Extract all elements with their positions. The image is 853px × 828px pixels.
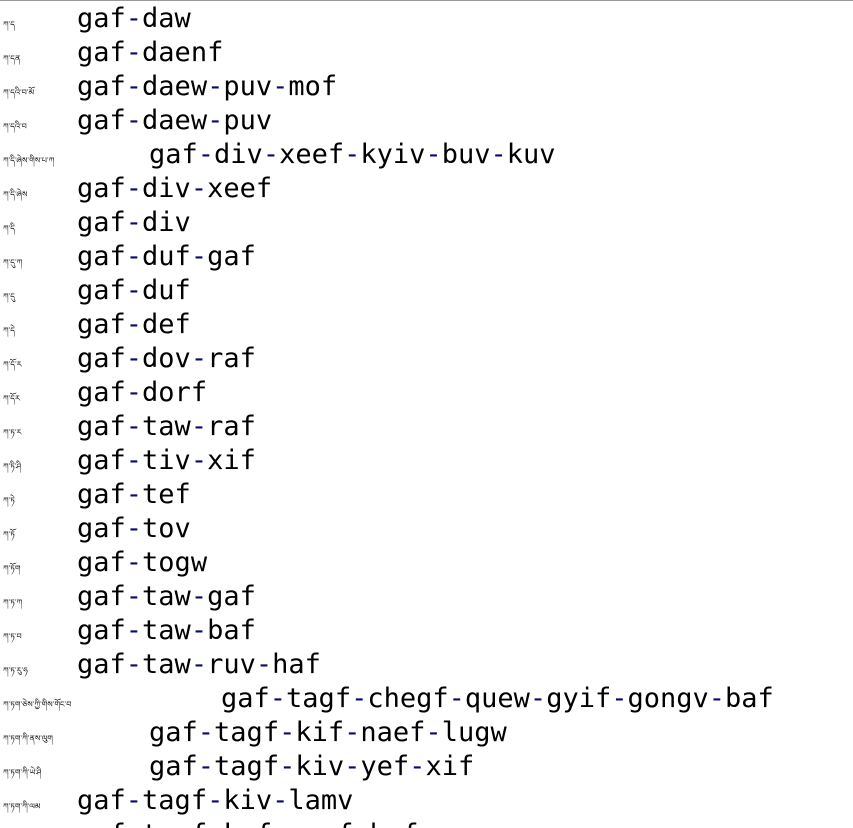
list-item[interactable]: ཀ་ཏག་ཀི་ཡེ་ཤི gaf-tagf-kiv-yef-xif [0,750,853,784]
romanization-text: gaf-tagf-kiv-lamv [77,785,354,816]
romanization-text: gaf-daew-puv-mof [77,71,338,102]
tibetan-text: ཀ་དུ [3,292,15,301]
romanization-text: gaf-tef [77,479,191,510]
list-item[interactable]: ཀ་ཏ་རུ་ཧ gaf-taw-ruv-haf [0,648,853,682]
romanization-text: gaf-dorf [77,377,208,408]
romanization-text: gaf-duf [77,275,191,306]
list-item[interactable]: ཀ་དའི་བ gaf-daew-puv [0,104,853,138]
tibetan-text: ཀ་ཏོག [3,564,21,573]
list-item[interactable]: ཀ་ཏག་ཀི་ནས་ལུག gaf-tagf-kif-naef-lugw [0,716,853,750]
tibetan-text: ཀ་ཏག་ཀི་ལམ [3,802,41,811]
list-item[interactable]: ཀ་དི་ཞེས་གིས་པ་ཀ gaf-div-xeef-kyiv-buv-ku… [0,138,853,172]
list-item[interactable]: ཀ་དུ་ཀ gaf-duf-gaf [0,240,853,274]
romanization-text: gaf-div-xeef [77,173,273,204]
romanization-text: gaf-taw-ruv-haf [77,649,321,680]
tibetan-text: ཀ་ཏོ [3,530,15,539]
list-item[interactable]: ཀ་ཏོ gaf-tov [0,512,853,546]
tibetan-text: ཀ་དོར [3,394,20,403]
list-item[interactable]: ཀ་དེ gaf-def [0,308,853,342]
romanization-text: gaf-duf-gaf [77,241,256,272]
word-list: ཀ་ད gaf-daw ཀ་དན gaf-daenf ཀ་དའི་བ་མོ gaf-dae… [0,1,853,828]
tibetan-text: ཀ་དོ་ར [3,360,22,369]
tibetan-text: ཀ་དུ་ཀ [3,258,23,267]
tibetan-text: ཀ་དན [3,54,21,63]
list-item[interactable]: ཀ་ཏ་བ gaf-taw-baf [0,614,853,648]
list-item[interactable]: ཀ་དི gaf-div [0,206,853,240]
list-item[interactable]: ཀ་ཏ་ར gaf-taw-raf [0,410,853,444]
list-item[interactable]: ཀ་ཏི་ཤི gaf-tiv-xif [0,444,853,478]
list-item[interactable]: ཀ་དི་ཞེས gaf-div-xeef [0,172,853,206]
list-item[interactable]: ཀ་ཏ་ཀ gaf-taw-gaf [0,580,853,614]
romanization-text: gaf-tagf-kiv-yef-xif [149,751,475,782]
tibetan-text: ཀ་ཏ་བ [3,632,22,641]
tibetan-text: ཀ་ཏག་ཅེས་ཀྱི་གིས་གོང་བ [3,700,72,709]
list-item[interactable]: ཀ་དོ་ར gaf-dov-raf [0,342,853,376]
list-item[interactable]: ཀ་དོར gaf-dorf [0,376,853,410]
romanization-text: gaf-taw-raf [77,411,256,442]
romanization-text: gaf-div [77,207,191,238]
list-item[interactable]: ཀ་དའི་བ་མོ gaf-daew-puv-mof [0,70,853,104]
romanization-text: gaf-daenf [77,37,224,68]
romanization-text: gaf-dov-raf [77,343,256,374]
list-item[interactable]: ཀ་ཏོག gaf-togw [0,546,853,580]
tibetan-text: ཀ་ཏ་རུ་ཧ [3,666,28,675]
romanization-text: gaf-tov [77,513,191,544]
tibetan-text: ཀ་དའི་བ [3,122,27,131]
romanization-text: gaf-togw [77,547,208,578]
romanization-text: gaf-daew-puv [77,105,273,136]
romanization-text: gaf-taw-baf [77,615,256,646]
tibetan-text: ཀ་དི་ཞེས [3,190,28,199]
romanization-text: gaf-div-xeef-kyiv-buv-kuv [149,139,556,170]
tibetan-text: ཀ་ད [3,20,15,29]
list-item[interactable]: ཀ་ཏེ gaf-tef [0,478,853,512]
list-item[interactable]: ཀ་ཏག་ཅེས་ཀྱི་གིས་གོང་བ gaf-tagf-chegf-que… [0,682,853,716]
tibetan-text: ཀ་ཏི་ཤི [3,462,22,471]
tibetan-text: ཀ་དེ [3,326,15,335]
tibetan-text: ཀ་དི [3,224,15,233]
tibetan-text: ཀ་ཏ་ཀ [3,598,23,607]
romanization-text: gaf-tagf-kif-naef-lugw [149,717,507,748]
tibetan-text: ཀ་ཏ་ར [3,428,22,437]
romanization-text: gaf-tagf-chegf-quew-gyif-gongv-baf [221,683,774,714]
tibetan-text: ཀ་ཏེ [3,496,15,505]
romanization-text: gaf-daw [77,3,191,34]
tibetan-text: ཀ་ཏག་ཀི་ནས་ལུག [3,734,53,743]
romanization-text: gaf-def [77,309,191,340]
tibetan-text: ཀ་ཏག་ཀི་ཡེ་ཤི [3,768,42,777]
list-item[interactable]: ཀ་དུ gaf-duf [0,274,853,308]
romanization-text: gaf-tiv-xif [77,445,256,476]
romanization-text: gaf-taw-gaf [77,581,256,612]
list-item[interactable]: ཀ་དན gaf-daenf [0,36,853,70]
tibetan-text: ཀ་དའི་བ་མོ [3,88,35,97]
list-item[interactable]: ཀ་ད gaf-daw [0,2,853,36]
tibetan-text: ཀ་དི་ཞེས་གིས་པ་ཀ [3,156,55,165]
list-item[interactable]: ཀ་ཏག་ཀི་ལམ gaf-tagf-kiv-lamv [0,784,853,818]
